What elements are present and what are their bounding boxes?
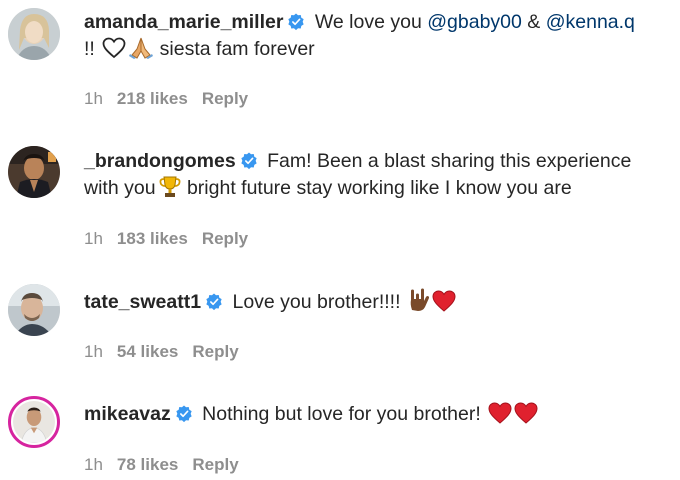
likes-count[interactable]: 54 likes (117, 342, 178, 361)
verified-badge-icon (205, 293, 223, 311)
comment-text: amanda_marie_miller We love you @gbaby00… (84, 9, 670, 62)
comment-body-lead: Fam! Been a blast sharing this experienc… (261, 150, 632, 172)
comment-body-lead: Love you brother!!!! (227, 291, 406, 313)
red-heart-icon (488, 402, 512, 424)
red-heart-icon (432, 290, 456, 312)
comment-username[interactable]: mikeavaz (84, 403, 171, 425)
comment-meta: 1h 183 likes Reply (84, 229, 262, 249)
comment-username[interactable]: tate_sweatt1 (84, 291, 201, 313)
verified-badge-icon (175, 405, 193, 423)
reply-button[interactable]: Reply (192, 455, 238, 474)
white-heart-icon (102, 37, 126, 59)
avatar[interactable] (8, 8, 60, 60)
avatar-photo (8, 8, 60, 60)
verified-badge-icon (240, 152, 258, 170)
verified-badge-icon (287, 13, 305, 31)
likes-count[interactable]: 183 likes (117, 229, 188, 248)
reply-button[interactable]: Reply (202, 229, 248, 248)
praying-hands-icon (128, 35, 154, 59)
comment-text: _brandongomes Fam! Been a blast sharing … (84, 148, 670, 201)
comment-meta: 1h 78 likes Reply (84, 455, 253, 475)
comment-body-line2-end: siesta fam forever (154, 38, 315, 60)
comment-body-mid: & (521, 11, 546, 33)
comment-meta: 1h 218 likes Reply (84, 89, 262, 109)
comment-body-line2-end: bright future stay working like I know y… (181, 177, 572, 199)
mention-link[interactable]: @gbaby00 (427, 11, 522, 33)
avatar-photo (8, 284, 60, 336)
comment-body-lead: We love you (309, 11, 428, 33)
avatar-photo (13, 401, 55, 443)
likes-count[interactable]: 218 likes (117, 89, 188, 108)
reply-button[interactable]: Reply (202, 89, 248, 108)
comment-text: tate_sweatt1 Love you brother!!!! (84, 288, 670, 315)
avatar[interactable] (8, 284, 60, 336)
likes-count[interactable]: 78 likes (117, 455, 178, 474)
comment-username[interactable]: amanda_marie_miller (84, 11, 283, 33)
comment-time[interactable]: 1h (84, 455, 103, 474)
comment-meta: 1h 54 likes Reply (84, 342, 253, 362)
avatar[interactable] (8, 146, 60, 198)
red-heart-icon (514, 402, 538, 424)
trophy-icon (158, 174, 182, 198)
avatar[interactable] (8, 396, 60, 448)
comment-text: mikeavaz Nothing but love for you brothe… (84, 401, 670, 427)
reply-button[interactable]: Reply (192, 342, 238, 361)
comment-body-lead: Nothing but love for you brother! (196, 403, 487, 425)
comment-time[interactable]: 1h (84, 229, 103, 248)
comment-username[interactable]: _brandongomes (84, 150, 236, 172)
comment-body-line2-start: with you (84, 177, 156, 199)
comment-time[interactable]: 1h (84, 342, 103, 361)
love-you-gesture-icon (408, 288, 430, 312)
avatar-photo (8, 146, 60, 198)
comment-body-line2-start: !! (84, 38, 101, 60)
mention-link[interactable]: @kenna.q (546, 11, 635, 33)
comment-time[interactable]: 1h (84, 89, 103, 108)
